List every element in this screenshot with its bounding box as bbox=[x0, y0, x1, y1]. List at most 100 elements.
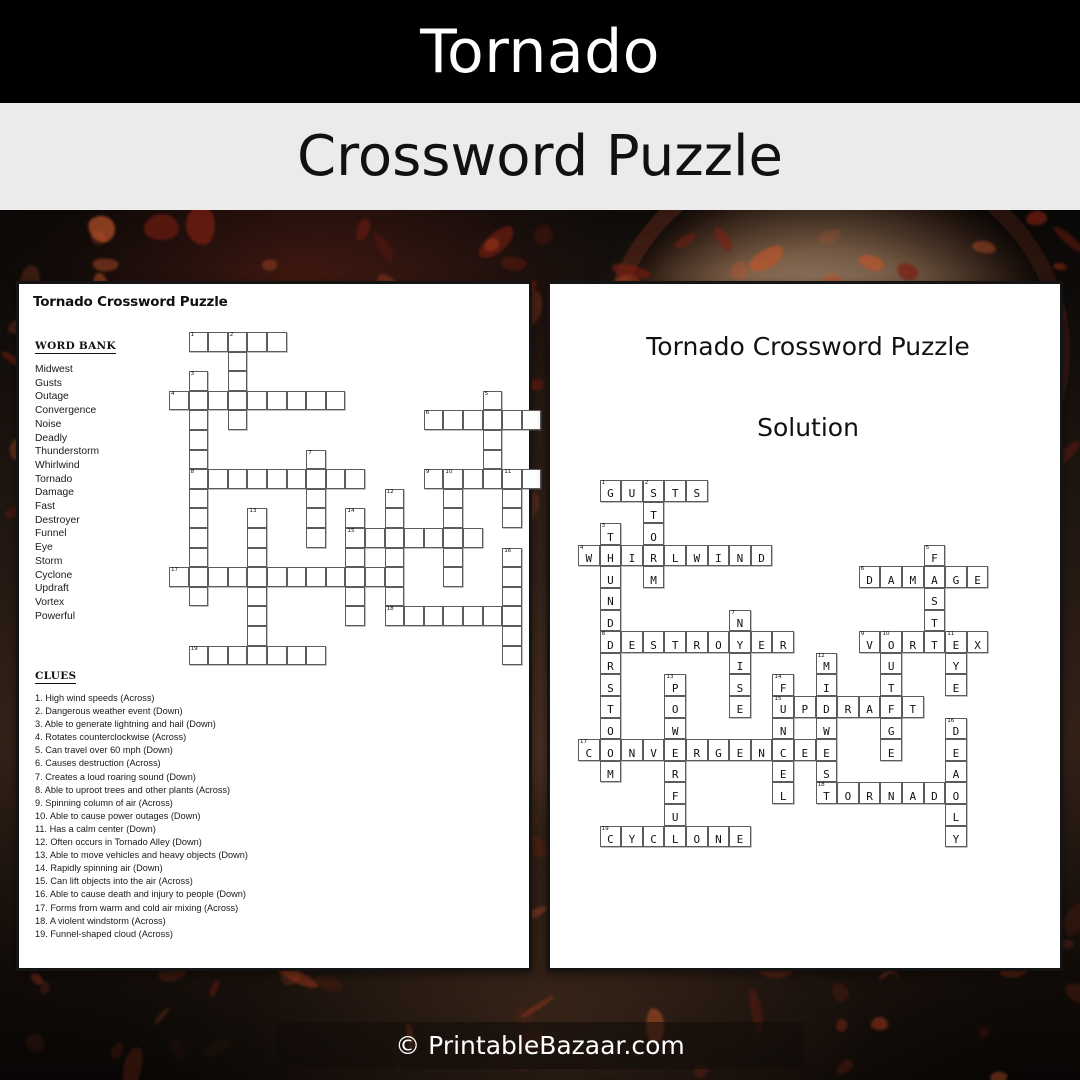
crossword-cell[interactable] bbox=[463, 410, 483, 430]
crossword-cell[interactable] bbox=[286, 469, 307, 489]
crossword-cell[interactable]: 6 bbox=[423, 410, 444, 430]
crossword-cell[interactable] bbox=[188, 528, 209, 548]
crossword-cell[interactable] bbox=[384, 508, 405, 528]
crossword-cell[interactable] bbox=[188, 488, 209, 509]
crossword-cell[interactable] bbox=[306, 390, 326, 411]
crossword-cell[interactable] bbox=[463, 606, 483, 626]
crossword-cell[interactable] bbox=[306, 567, 326, 587]
crossword-cell[interactable] bbox=[502, 567, 522, 587]
crossword-cell[interactable]: 7 bbox=[306, 449, 326, 470]
crossword-cell[interactable] bbox=[208, 390, 228, 411]
crossword-cell[interactable] bbox=[463, 469, 483, 489]
crossword-cell[interactable] bbox=[345, 547, 365, 568]
crossword-cell[interactable] bbox=[247, 586, 267, 607]
crossword-cell[interactable]: 3 bbox=[188, 371, 209, 391]
crossword-cell[interactable] bbox=[502, 488, 522, 509]
crossword-cell[interactable] bbox=[345, 567, 365, 587]
crossword-cell[interactable] bbox=[384, 567, 405, 587]
crossword-cell[interactable] bbox=[247, 626, 267, 646]
crossword-cell[interactable] bbox=[267, 567, 287, 587]
crossword-cell[interactable] bbox=[443, 508, 463, 528]
crossword-cell[interactable] bbox=[227, 567, 248, 587]
crossword-cell[interactable] bbox=[267, 332, 287, 352]
crossword-cell[interactable] bbox=[188, 449, 209, 470]
crossword-cell[interactable] bbox=[247, 547, 267, 568]
crossword-cell[interactable] bbox=[306, 508, 326, 528]
crossword-cell[interactable] bbox=[463, 528, 483, 548]
crossword-cell[interactable] bbox=[267, 645, 287, 666]
crossword-cell[interactable] bbox=[482, 449, 503, 470]
crossword-cell[interactable] bbox=[502, 645, 522, 666]
crossword-cell[interactable]: 17 bbox=[169, 567, 189, 587]
crossword-cell[interactable]: 19 bbox=[188, 645, 209, 666]
crossword-cell[interactable] bbox=[247, 469, 267, 489]
crossword-cell[interactable] bbox=[502, 508, 522, 528]
crossword-cell[interactable] bbox=[247, 390, 267, 411]
crossword-cell[interactable] bbox=[443, 528, 463, 548]
crossword-cell[interactable] bbox=[188, 410, 209, 430]
crossword-cell[interactable] bbox=[188, 430, 209, 450]
crossword-cell[interactable]: 10 bbox=[443, 469, 463, 489]
crossword-cell[interactable] bbox=[404, 528, 424, 548]
crossword-cell[interactable] bbox=[502, 410, 522, 430]
crossword-cell[interactable]: 15 bbox=[345, 528, 365, 548]
crossword-cell[interactable] bbox=[521, 410, 542, 430]
crossword-cell[interactable]: 1 bbox=[188, 332, 209, 352]
crossword-cell[interactable] bbox=[325, 390, 346, 411]
crossword-cell[interactable] bbox=[482, 469, 503, 489]
crossword-cell[interactable]: 12 bbox=[384, 488, 405, 509]
crossword-cell[interactable] bbox=[443, 410, 463, 430]
crossword-cell[interactable] bbox=[227, 371, 248, 391]
crossword-cell[interactable] bbox=[188, 586, 209, 607]
crossword-cell[interactable]: 5 bbox=[482, 390, 503, 411]
crossword-cell[interactable] bbox=[345, 586, 365, 607]
crossword-cell[interactable] bbox=[286, 645, 307, 666]
crossword-cell[interactable] bbox=[267, 469, 287, 489]
crossword-cell[interactable]: 9 bbox=[423, 469, 444, 489]
crossword-cell[interactable] bbox=[208, 469, 228, 489]
crossword-cell[interactable] bbox=[404, 606, 424, 626]
crossword-cell[interactable] bbox=[502, 606, 522, 626]
crossword-cell[interactable] bbox=[188, 390, 209, 411]
crossword-cell[interactable] bbox=[443, 547, 463, 568]
crossword-cell[interactable]: 16 bbox=[502, 547, 522, 568]
crossword-cell[interactable] bbox=[247, 332, 267, 352]
crossword-cell[interactable] bbox=[188, 547, 209, 568]
crossword-cell[interactable] bbox=[247, 606, 267, 626]
crossword-cell[interactable]: 18 bbox=[384, 606, 405, 626]
crossword-cell[interactable] bbox=[247, 528, 267, 548]
crossword-cell[interactable] bbox=[345, 469, 365, 489]
crossword-cell[interactable] bbox=[188, 508, 209, 528]
crossword-cell[interactable] bbox=[443, 567, 463, 587]
crossword-cell[interactable] bbox=[227, 351, 248, 372]
crossword-cell[interactable]: 13 bbox=[247, 508, 267, 528]
crossword-cell[interactable] bbox=[443, 606, 463, 626]
crossword-cell[interactable] bbox=[345, 606, 365, 626]
crossword-cell[interactable] bbox=[227, 410, 248, 430]
crossword-cell[interactable] bbox=[325, 469, 346, 489]
crossword-cell[interactable] bbox=[443, 488, 463, 509]
crossword-cell[interactable] bbox=[384, 547, 405, 568]
crossword-cell[interactable] bbox=[365, 567, 385, 587]
crossword-cell[interactable] bbox=[227, 645, 248, 666]
crossword-cell[interactable] bbox=[423, 528, 444, 548]
crossword-cell[interactable] bbox=[306, 488, 326, 509]
crossword-cell[interactable] bbox=[208, 567, 228, 587]
crossword-cell[interactable] bbox=[286, 567, 307, 587]
crossword-cell[interactable] bbox=[306, 528, 326, 548]
crossword-cell[interactable] bbox=[482, 410, 503, 430]
crossword-cell[interactable] bbox=[306, 469, 326, 489]
crossword-cell[interactable]: 8 bbox=[188, 469, 209, 489]
crossword-cell[interactable] bbox=[208, 645, 228, 666]
crossword-cell[interactable] bbox=[502, 626, 522, 646]
crossword-cell[interactable] bbox=[423, 606, 444, 626]
crossword-cell[interactable] bbox=[502, 586, 522, 607]
crossword-cell[interactable] bbox=[227, 390, 248, 411]
crossword-cell[interactable] bbox=[286, 390, 307, 411]
crossword-cell[interactable] bbox=[267, 390, 287, 411]
crossword-cell[interactable] bbox=[521, 469, 542, 489]
crossword-cell[interactable] bbox=[227, 469, 248, 489]
crossword-cell[interactable] bbox=[384, 528, 405, 548]
crossword-cell[interactable]: 14 bbox=[345, 508, 365, 528]
crossword-cell[interactable] bbox=[306, 645, 326, 666]
